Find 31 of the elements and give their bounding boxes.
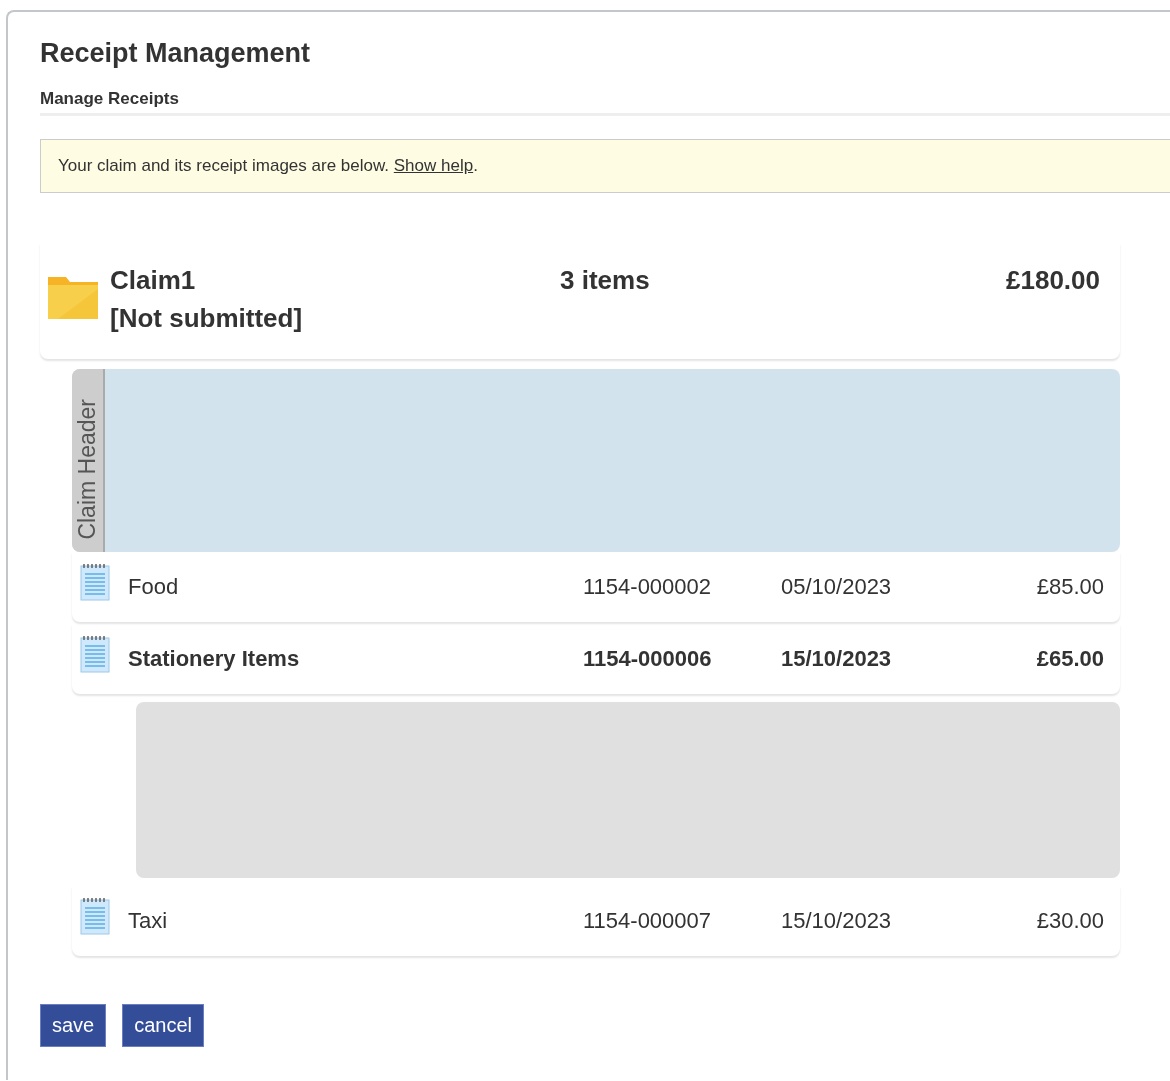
claim-row[interactable]: Claim1 [Not submitted] 3 items £180.00 [40, 243, 1120, 359]
help-link[interactable]: Show help [393, 156, 474, 175]
receipt-date: 05/10/2023 [781, 574, 893, 600]
notepad-icon [80, 635, 110, 673]
folder-icon [48, 275, 98, 319]
claim-header-tab[interactable]: Claim Header [72, 369, 105, 552]
receipt-row[interactable]: Food 1154-000002 05/10/2023 £85.00 [72, 552, 1120, 622]
receipt-name: Food [128, 574, 180, 600]
receipt-amount: £30.00 [1036, 908, 1104, 934]
claim-status: [Not submitted] [110, 302, 304, 335]
receipt-date: 15/10/2023 [781, 646, 893, 672]
cancel-button[interactable]: cancel [122, 1004, 205, 1047]
receipt-date: 15/10/2023 [781, 908, 893, 934]
receipt-name: Stationery Items [128, 646, 301, 672]
item-count: 3 items [560, 264, 651, 297]
claim-name: Claim1 [110, 264, 197, 297]
page-subtitle: Manage Receipts [40, 89, 1170, 116]
receipt-amount: £85.00 [1036, 574, 1104, 600]
receipt-name: Taxi [128, 908, 169, 934]
save-button[interactable]: save [40, 1004, 107, 1047]
receipt-reference: 1154-000007 [583, 908, 713, 934]
receipt-row[interactable]: Stationery Items 1154-000006 15/10/2023 £65.00 [72, 624, 1120, 694]
notice-text: Your claim and its receipt images are below. Show help. [58, 156, 478, 175]
claim-total: £180.00 [1006, 264, 1100, 297]
notepad-icon [80, 563, 110, 601]
receipt-reference: 1154-000002 [583, 574, 713, 600]
receipt-reference: 1154-000006 [583, 646, 713, 672]
page-title: Receipt Management [40, 38, 312, 69]
notepad-icon [80, 897, 110, 935]
receipt-amount: £65.00 [1036, 646, 1104, 672]
receipt-row[interactable]: Taxi 1154-000007 15/10/2023 £30.00 [72, 886, 1120, 956]
